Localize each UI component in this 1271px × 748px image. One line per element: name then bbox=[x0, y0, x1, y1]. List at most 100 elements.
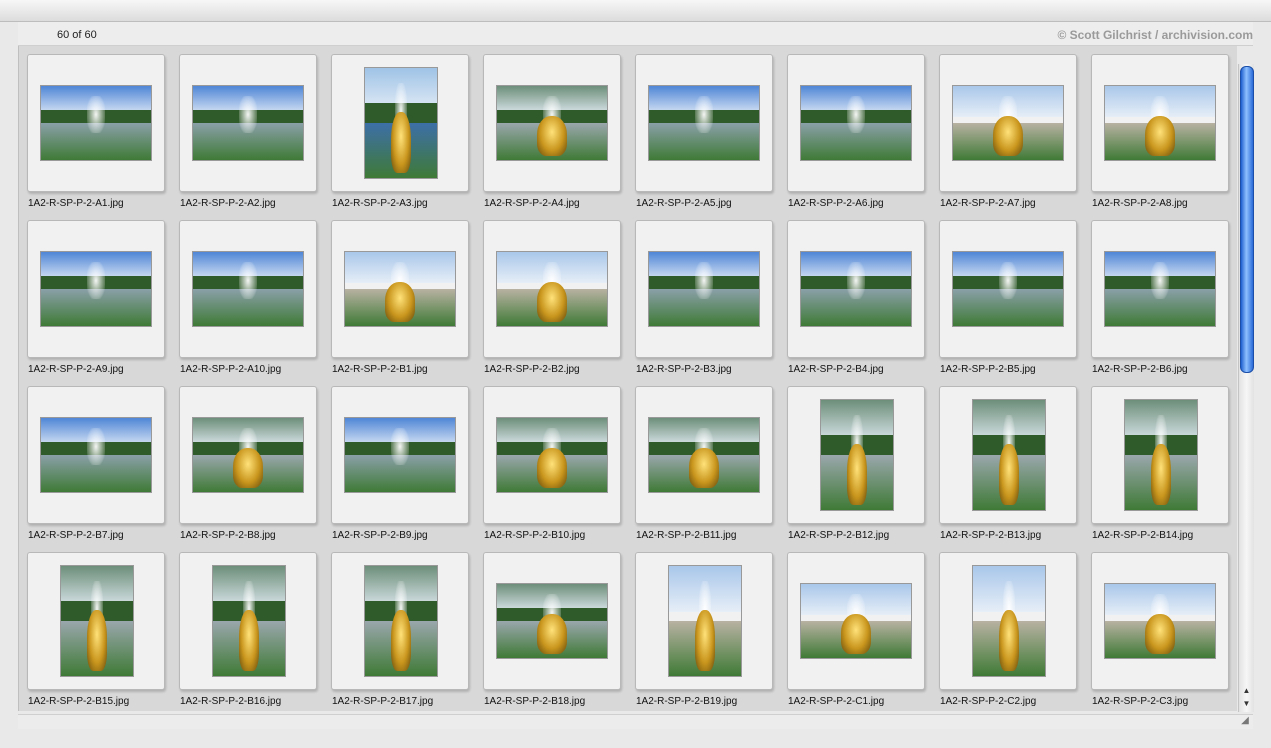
thumbnail-item[interactable]: 1A2-R-SP-P-2-B12.jpg bbox=[787, 386, 927, 541]
thumbnail-image[interactable] bbox=[648, 85, 760, 161]
thumbnail-frame[interactable] bbox=[27, 386, 165, 524]
thumbnail-frame[interactable] bbox=[1091, 54, 1229, 192]
thumbnail-frame[interactable] bbox=[939, 552, 1077, 690]
thumbnail-item[interactable]: 1A2-R-SP-P-2-B4.jpg bbox=[787, 220, 927, 375]
thumbnail-frame[interactable] bbox=[483, 552, 621, 690]
thumbnail-item[interactable]: 1A2-R-SP-P-2-B8.jpg bbox=[179, 386, 319, 541]
thumbnail-frame[interactable] bbox=[483, 54, 621, 192]
thumbnail-item[interactable]: 1A2-R-SP-P-2-B10.jpg bbox=[483, 386, 623, 541]
thumbnail-image[interactable] bbox=[60, 565, 134, 677]
thumbnail-item[interactable]: 1A2-R-SP-P-2-A1.jpg bbox=[27, 54, 167, 209]
thumbnail-image[interactable] bbox=[40, 417, 152, 493]
thumbnail-item[interactable]: 1A2-R-SP-P-2-B18.jpg bbox=[483, 552, 623, 707]
thumbnail-image[interactable] bbox=[820, 399, 894, 511]
thumbnail-frame[interactable] bbox=[939, 54, 1077, 192]
thumbnail-image[interactable] bbox=[952, 85, 1064, 161]
thumbnail-item[interactable]: 1A2-R-SP-P-2-B9.jpg bbox=[331, 386, 471, 541]
thumbnail-frame[interactable] bbox=[787, 386, 925, 524]
thumbnail-frame[interactable] bbox=[787, 54, 925, 192]
thumbnail-item[interactable]: 1A2-R-SP-P-2-B7.jpg bbox=[27, 386, 167, 541]
thumbnail-frame[interactable] bbox=[179, 552, 317, 690]
thumbnail-item[interactable]: 1A2-R-SP-P-2-B13.jpg bbox=[939, 386, 1079, 541]
thumbnail-image[interactable] bbox=[800, 85, 912, 161]
thumbnail-item[interactable]: 1A2-R-SP-P-2-A10.jpg bbox=[179, 220, 319, 375]
thumbnail-frame[interactable] bbox=[179, 54, 317, 192]
resize-grip-icon[interactable]: ◢ bbox=[1239, 715, 1251, 727]
thumbnail-image[interactable] bbox=[1124, 399, 1198, 511]
thumbnail-frame[interactable] bbox=[635, 54, 773, 192]
thumbnail-item[interactable]: 1A2-R-SP-P-2-A7.jpg bbox=[939, 54, 1079, 209]
thumbnail-item[interactable]: 1A2-R-SP-P-2-A8.jpg bbox=[1091, 54, 1231, 209]
thumbnail-item[interactable]: 1A2-R-SP-P-2-A5.jpg bbox=[635, 54, 775, 209]
thumbnail-frame[interactable] bbox=[331, 552, 469, 690]
thumbnail-frame[interactable] bbox=[787, 552, 925, 690]
thumbnail-frame[interactable] bbox=[483, 220, 621, 358]
thumbnail-image[interactable] bbox=[496, 85, 608, 161]
thumbnail-image[interactable] bbox=[344, 251, 456, 327]
thumbnail-image[interactable] bbox=[364, 565, 438, 677]
thumbnail-item[interactable]: 1A2-R-SP-P-2-A9.jpg bbox=[27, 220, 167, 375]
thumbnail-frame[interactable] bbox=[179, 220, 317, 358]
thumbnail-image[interactable] bbox=[1104, 251, 1216, 327]
scroll-down-arrow-icon[interactable]: ▼ bbox=[1239, 697, 1254, 710]
thumbnail-item[interactable]: 1A2-R-SP-P-2-C1.jpg bbox=[787, 552, 927, 707]
thumbnail-image[interactable] bbox=[648, 417, 760, 493]
thumbnail-image[interactable] bbox=[1104, 85, 1216, 161]
thumbnail-item[interactable]: 1A2-R-SP-P-2-A4.jpg bbox=[483, 54, 623, 209]
thumbnail-item[interactable]: 1A2-R-SP-P-2-B16.jpg bbox=[179, 552, 319, 707]
thumbnail-image[interactable] bbox=[668, 565, 742, 677]
thumbnail-frame[interactable] bbox=[27, 54, 165, 192]
thumbnail-image[interactable] bbox=[972, 565, 1046, 677]
thumbnail-item[interactable]: 1A2-R-SP-P-2-A3.jpg bbox=[331, 54, 471, 209]
thumbnail-item[interactable]: 1A2-R-SP-P-2-B14.jpg bbox=[1091, 386, 1231, 541]
thumbnail-item[interactable]: 1A2-R-SP-P-2-B3.jpg bbox=[635, 220, 775, 375]
thumbnail-frame[interactable] bbox=[635, 552, 773, 690]
thumbnail-frame[interactable] bbox=[939, 386, 1077, 524]
thumbnail-frame[interactable] bbox=[939, 220, 1077, 358]
thumbnail-frame[interactable] bbox=[1091, 386, 1229, 524]
thumbnail-frame[interactable] bbox=[331, 54, 469, 192]
thumbnail-image[interactable] bbox=[800, 583, 912, 659]
thumbnail-item[interactable]: 1A2-R-SP-P-2-B19.jpg bbox=[635, 552, 775, 707]
thumbnail-frame[interactable] bbox=[1091, 220, 1229, 358]
thumbnail-image[interactable] bbox=[800, 251, 912, 327]
thumbnail-item[interactable]: 1A2-R-SP-P-2-B17.jpg bbox=[331, 552, 471, 707]
thumbnail-frame[interactable] bbox=[1091, 552, 1229, 690]
thumbnail-image[interactable] bbox=[192, 417, 304, 493]
thumbnail-image[interactable] bbox=[192, 85, 304, 161]
thumbnail-item[interactable]: 1A2-R-SP-P-2-B15.jpg bbox=[27, 552, 167, 707]
thumbnail-image[interactable] bbox=[952, 251, 1064, 327]
thumbnail-frame[interactable] bbox=[27, 552, 165, 690]
thumbnail-item[interactable]: 1A2-R-SP-P-2-C2.jpg bbox=[939, 552, 1079, 707]
thumbnail-frame[interactable] bbox=[27, 220, 165, 358]
scroll-up-arrow-icon[interactable]: ▲ bbox=[1239, 684, 1254, 697]
thumbnail-frame[interactable] bbox=[179, 386, 317, 524]
thumbnail-image[interactable] bbox=[496, 251, 608, 327]
thumbnail-item[interactable]: 1A2-R-SP-P-2-B1.jpg bbox=[331, 220, 471, 375]
thumbnail-image[interactable] bbox=[40, 251, 152, 327]
thumbnail-image[interactable] bbox=[496, 417, 608, 493]
thumbnail-frame[interactable] bbox=[483, 386, 621, 524]
thumbnail-item[interactable]: 1A2-R-SP-P-2-C3.jpg bbox=[1091, 552, 1231, 707]
thumbnail-image[interactable] bbox=[972, 399, 1046, 511]
thumbnail-frame[interactable] bbox=[331, 220, 469, 358]
thumbnail-item[interactable]: 1A2-R-SP-P-2-A6.jpg bbox=[787, 54, 927, 209]
thumbnail-item[interactable]: 1A2-R-SP-P-2-B6.jpg bbox=[1091, 220, 1231, 375]
thumbnail-frame[interactable] bbox=[331, 386, 469, 524]
scrollbar-thumb[interactable] bbox=[1240, 66, 1254, 373]
thumbnail-image[interactable] bbox=[364, 67, 438, 179]
thumbnail-frame[interactable] bbox=[635, 386, 773, 524]
thumbnail-image[interactable] bbox=[212, 565, 286, 677]
thumbnail-image[interactable] bbox=[344, 417, 456, 493]
thumbnail-image[interactable] bbox=[192, 251, 304, 327]
thumbnail-image[interactable] bbox=[496, 583, 608, 659]
thumbnail-item[interactable]: 1A2-R-SP-P-2-B5.jpg bbox=[939, 220, 1079, 375]
thumbnail-item[interactable]: 1A2-R-SP-P-2-B2.jpg bbox=[483, 220, 623, 375]
thumbnail-item[interactable]: 1A2-R-SP-P-2-B11.jpg bbox=[635, 386, 775, 541]
thumbnail-image[interactable] bbox=[648, 251, 760, 327]
thumbnail-pane[interactable]: 1A2-R-SP-P-2-A1.jpg 1A2-R-SP-P-2-A2.jpg 1A… bbox=[18, 46, 1237, 711]
thumbnail-image[interactable] bbox=[1104, 583, 1216, 659]
vertical-scrollbar[interactable]: ▲ ▼ bbox=[1238, 64, 1254, 712]
thumbnail-item[interactable]: 1A2-R-SP-P-2-A2.jpg bbox=[179, 54, 319, 209]
thumbnail-image[interactable] bbox=[40, 85, 152, 161]
